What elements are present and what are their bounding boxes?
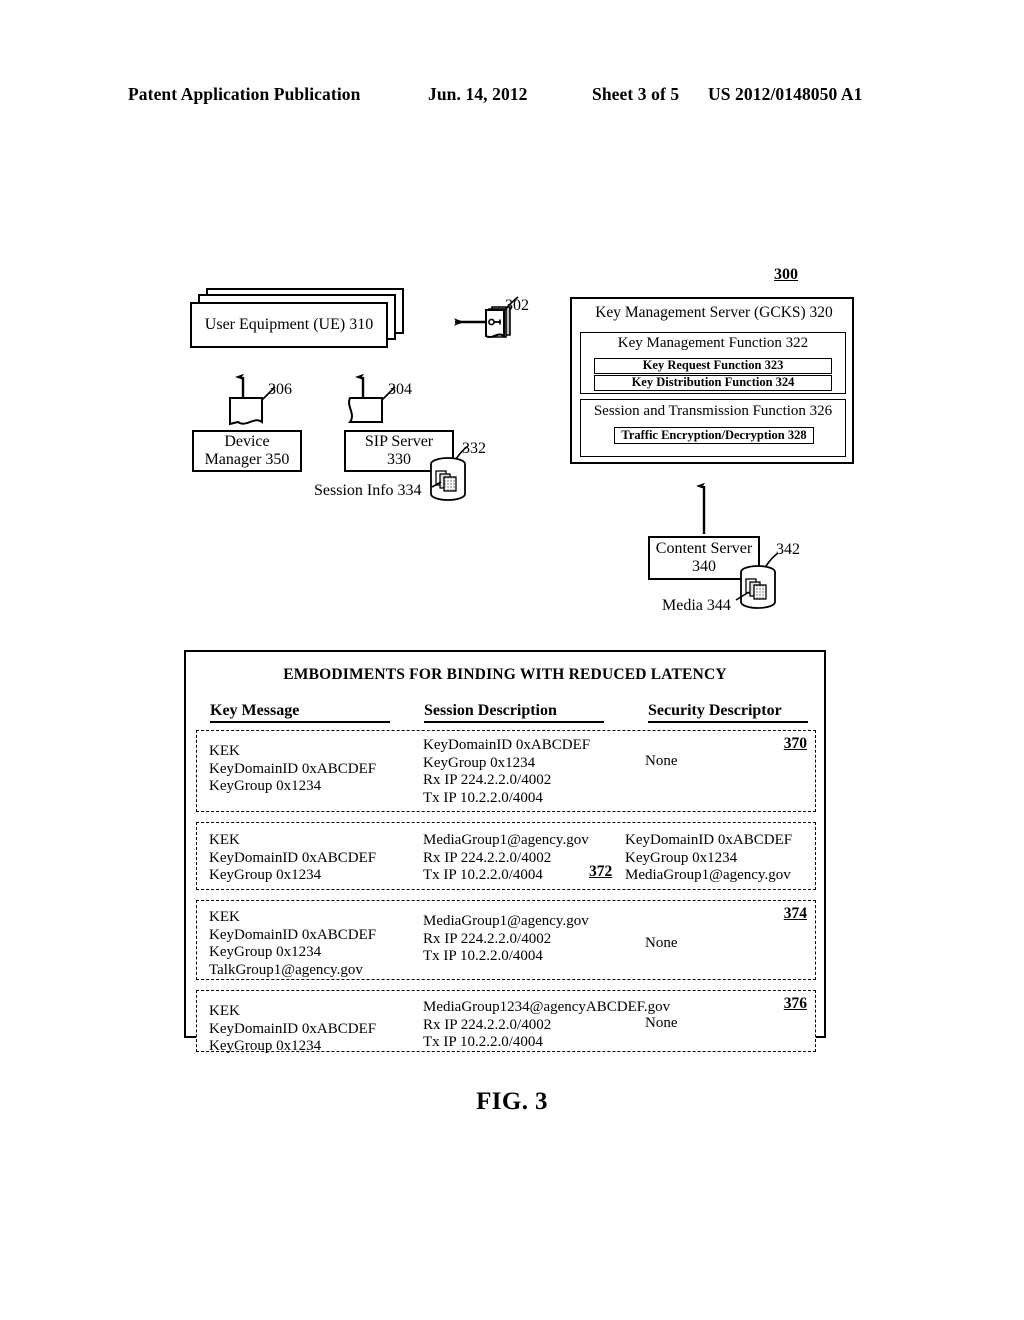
ue-label: User Equipment (UE) 310: [190, 302, 388, 348]
row-ref-376: 376: [783, 995, 807, 1012]
figure-3-drawing: 300 User Equipment (UE) 310 Key Manageme…: [0, 0, 1024, 1320]
session-info-label: Session Info 334: [314, 482, 422, 499]
column-header-security-descriptor: Security Descriptor: [648, 702, 808, 723]
content-server-label: Content Server 340: [655, 540, 753, 575]
message-ref-302: 302: [505, 297, 529, 314]
cell-key-message: KEK KeyDomainID 0xABCDEF KeyGroup 0x1234: [209, 743, 377, 795]
key-management-server-node: Key Management Server (GCKS) 320 Key Man…: [570, 297, 854, 464]
device-manager-node: Device Manager 350: [192, 430, 302, 472]
table-title: EMBODIMENTS FOR BINDING WITH REDUCED LAT…: [283, 666, 727, 683]
content-server-node: Content Server 340: [648, 536, 760, 580]
table-row: 376 KEK KeyDomainID 0xABCDEF KeyGroup 0x…: [196, 990, 816, 1054]
message-document-304-icon: [348, 397, 383, 423]
row-ref-372: 372: [589, 863, 613, 880]
cell-security-descriptor: None: [645, 753, 678, 769]
cell-security-descriptor: None: [645, 935, 678, 951]
device-manager-label: Device Manager 350: [204, 433, 290, 468]
column-header-key-message: Key Message: [210, 702, 390, 723]
message-document-306-icon: [229, 397, 263, 426]
cell-security-descriptor: KeyDomainID 0xABCDEF KeyGroup 0x1234 Med…: [625, 832, 793, 884]
key-request-function-box: Key Request Function 323: [594, 358, 832, 374]
cell-key-message: KEK KeyDomainID 0xABCDEF KeyGroup 0x1234: [209, 832, 377, 884]
cell-key-message: KEK KeyDomainID 0xABCDEF KeyGroup 0x1234: [209, 1003, 377, 1055]
session-transmission-function-box: Session and Transmission Function 326 Tr…: [580, 399, 846, 457]
figure-caption: FIG. 3: [476, 1088, 548, 1115]
sip-server-label: SIP Server 330: [364, 433, 434, 468]
message-ref-304: 304: [388, 381, 412, 398]
key-management-function-box: Key Management Function 322 Key Request …: [580, 332, 846, 394]
cell-session-description: MediaGroup1@agency.gov Rx IP 224.2.2.0/4…: [423, 913, 589, 965]
key-management-function-label: Key Management Function 322: [617, 335, 809, 351]
cell-session-description: MediaGroup1234@agencyABCDEF.gov Rx IP 22…: [423, 999, 671, 1051]
embodiments-table: EMBODIMENTS FOR BINDING WITH REDUCED LAT…: [184, 650, 826, 1054]
table-row: 374 KEK KeyDomainID 0xABCDEF KeyGroup 0x…: [196, 900, 816, 980]
sip-server-node: SIP Server 330: [344, 430, 454, 472]
kms-title: Key Management Server (GCKS) 320: [595, 304, 833, 321]
cell-key-message: KEK KeyDomainID 0xABCDEF KeyGroup 0x1234…: [209, 909, 377, 979]
session-info-ref-332: 332: [462, 440, 486, 457]
user-equipment-node: User Equipment (UE) 310: [190, 288, 410, 350]
cell-session-description: KeyDomainID 0xABCDEF KeyGroup 0x1234 Rx …: [423, 737, 591, 807]
cell-security-descriptor: None: [645, 1015, 678, 1031]
table-row: 370 KEK KeyDomainID 0xABCDEF KeyGroup 0x…: [196, 730, 816, 812]
session-transmission-function-label: Session and Transmission Function 326: [593, 403, 833, 419]
row-ref-370: 370: [783, 735, 807, 752]
cell-session-description: MediaGroup1@agency.gov Rx IP 224.2.2.0/4…: [423, 832, 589, 884]
row-ref-374: 374: [783, 905, 807, 922]
media-ref-342: 342: [776, 541, 800, 558]
media-label: Media 344: [662, 597, 731, 614]
column-header-session-description: Session Description: [424, 702, 604, 723]
system-ref-300: 300: [774, 266, 798, 283]
message-ref-306: 306: [268, 381, 292, 398]
table-row: 372 KEK KeyDomainID 0xABCDEF KeyGroup 0x…: [196, 822, 816, 890]
traffic-encryption-decryption-box: Traffic Encryption/Decryption 328: [614, 427, 814, 444]
key-distribution-function-box: Key Distribution Function 324: [594, 375, 832, 391]
